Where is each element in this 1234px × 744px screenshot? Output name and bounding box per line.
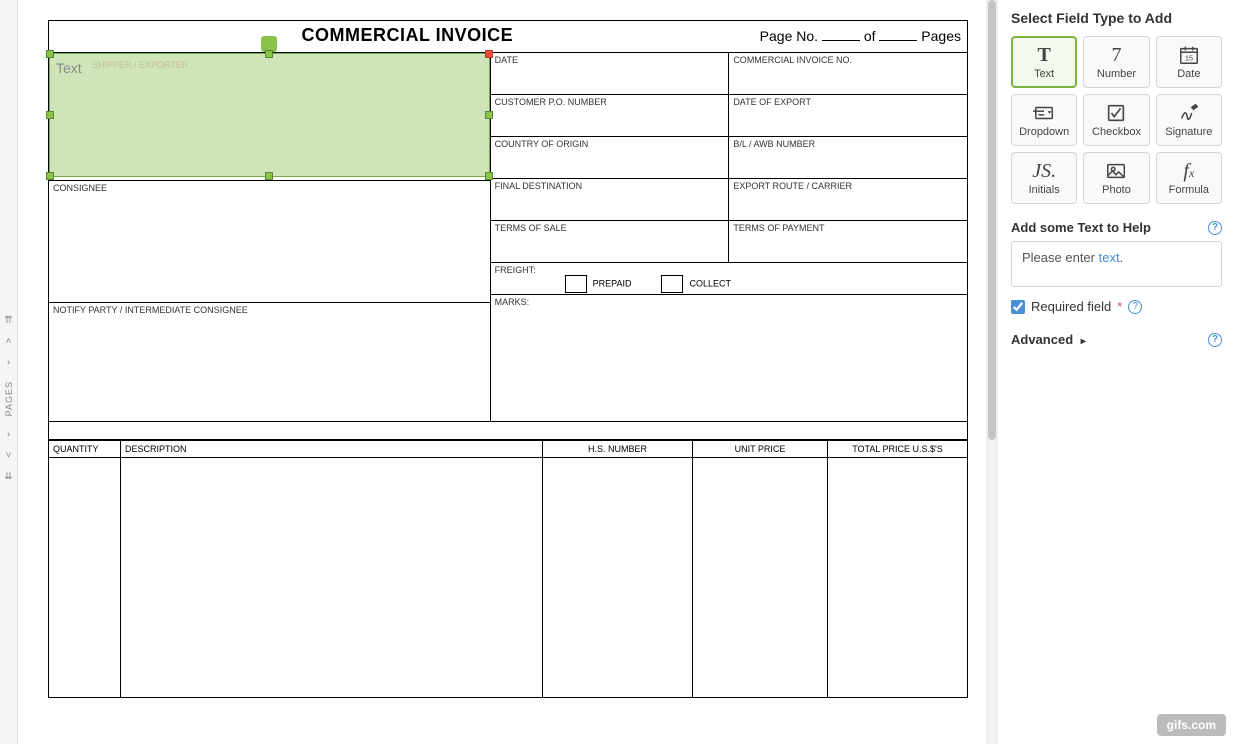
terms-payment-cell[interactable]: TERMS OF PAYMENT [729,221,967,262]
field-type-label: Photo [1102,184,1131,196]
resize-handle-bm[interactable] [265,172,273,180]
resize-handle-bl[interactable] [46,172,54,180]
freight-cell[interactable]: FREIGHT: PREPAID COLLECT [491,263,967,294]
pages-down-icon[interactable]: ˅ [6,450,12,461]
svg-text:15: 15 [1185,54,1193,63]
field-type-signature[interactable]: Signature [1156,94,1222,146]
pages-next-icon[interactable]: › [7,429,10,440]
field-type-photo[interactable]: Photo [1083,152,1149,204]
field-type-number[interactable]: 7Number [1083,36,1149,88]
canvas[interactable]: COMMERCIAL INVOICE Page No. of Pages Tex… [18,0,998,744]
field-type-label: Dropdown [1019,126,1069,138]
help-section-title: Add some Text to Help [1011,220,1151,235]
watermark: gifs.com [1157,714,1226,736]
shipper-cell[interactable]: Text SHIPPER / EXPORTER [49,53,490,181]
pages-label: PAGES [4,381,14,416]
field-type-dropdown[interactable]: Dropdown [1011,94,1077,146]
vertical-scrollbar[interactable] [986,0,998,744]
field-type-label: Checkbox [1092,126,1141,138]
field-type-initials[interactable]: JS.Initials [1011,152,1077,204]
pages-first-icon[interactable]: ⇈ [4,315,12,326]
field-type-date[interactable]: 15 Date [1156,36,1222,88]
po-number-cell[interactable]: CUSTOMER P.O. NUMBER [491,95,730,136]
consignee-cell[interactable]: CONSIGNEE [49,181,490,303]
items-table: QUANTITY DESCRIPTION H.S. NUMBER UNIT PR… [48,440,968,698]
invoice-no-cell[interactable]: COMMERCIAL INVOICE NO. [729,53,967,94]
pages-up-icon[interactable]: ˄ [6,336,12,347]
help-text-input[interactable]: Please enter text. [1011,241,1222,287]
required-star-icon: * [1117,299,1122,314]
doc-title: COMMERCIAL INVOICE [55,25,760,46]
terms-sale-cell[interactable]: TERMS OF SALE [491,221,730,262]
pages-prev-icon[interactable]: › [7,357,10,368]
scrollbar-thumb[interactable] [988,0,996,440]
collect-checkbox[interactable] [661,275,683,293]
col-total-price: TOTAL PRICE U.S.$'S [828,441,968,458]
required-label: Required field [1031,299,1111,314]
chevron-right-icon: ▸ [1081,336,1086,347]
destination-cell[interactable]: FINAL DESTINATION [491,179,730,220]
date-cell[interactable]: DATE [491,53,730,94]
required-checkbox[interactable] [1011,300,1025,314]
advanced-toggle[interactable]: Advanced ▸ ? [1011,332,1222,347]
table-row[interactable] [49,458,968,698]
field-type-label: Initials [1029,184,1060,196]
required-help-icon[interactable]: ? [1128,300,1142,314]
col-quantity: QUANTITY [49,441,121,458]
route-cell[interactable]: EXPORT ROUTE / CARRIER [729,179,967,220]
field-type-label: Date [1177,68,1200,80]
pages-sidebar: ⇈ ˄ › PAGES › ˅ ⇊ [0,0,18,744]
panel-title: Select Field Type to Add [1011,10,1222,26]
field-type-label: Formula [1169,184,1209,196]
awb-cell[interactable]: B/L / AWB NUMBER [729,137,967,178]
field-type-grid: TText7Number 15 Date Dropdown Checkbox Signat… [1011,36,1222,204]
document: COMMERCIAL INVOICE Page No. of Pages Tex… [48,20,968,698]
field-placeholder-label: Text [56,60,82,76]
origin-cell[interactable]: COUNTRY OF ORIGIN [491,137,730,178]
shipper-label: SHIPPER / EXPORTER [92,60,188,70]
advanced-help-icon[interactable]: ? [1208,333,1222,347]
help-info-icon[interactable]: ? [1208,221,1222,235]
field-type-formula[interactable]: fxFormula [1156,152,1222,204]
field-type-label: Text [1034,68,1054,80]
col-description: DESCRIPTION [121,441,543,458]
export-date-cell[interactable]: DATE OF EXPORT [729,95,967,136]
properties-panel: Select Field Type to Add TText7Number 15 D… [998,0,1234,744]
col-hs-number: H.S. NUMBER [543,441,693,458]
field-type-label: Signature [1165,126,1212,138]
marks-cell[interactable]: MARKS: [491,295,967,411]
resize-handle-tl[interactable] [46,50,54,58]
col-unit-price: UNIT PRICE [693,441,828,458]
field-type-checkbox[interactable]: Checkbox [1083,94,1149,146]
prepaid-checkbox[interactable] [565,275,587,293]
field-type-text[interactable]: TText [1011,36,1077,88]
text-field-selected[interactable]: Text SHIPPER / EXPORTER [49,53,490,177]
resize-handle-tm[interactable] [265,50,273,58]
resize-handle-ml[interactable] [46,111,54,119]
pages-last-icon[interactable]: ⇊ [4,471,12,482]
field-type-label: Number [1097,68,1136,80]
notify-cell[interactable]: NOTIFY PARTY / INTERMEDIATE CONSIGNEE [49,303,490,421]
page-number-info: Page No. of Pages [760,28,961,44]
